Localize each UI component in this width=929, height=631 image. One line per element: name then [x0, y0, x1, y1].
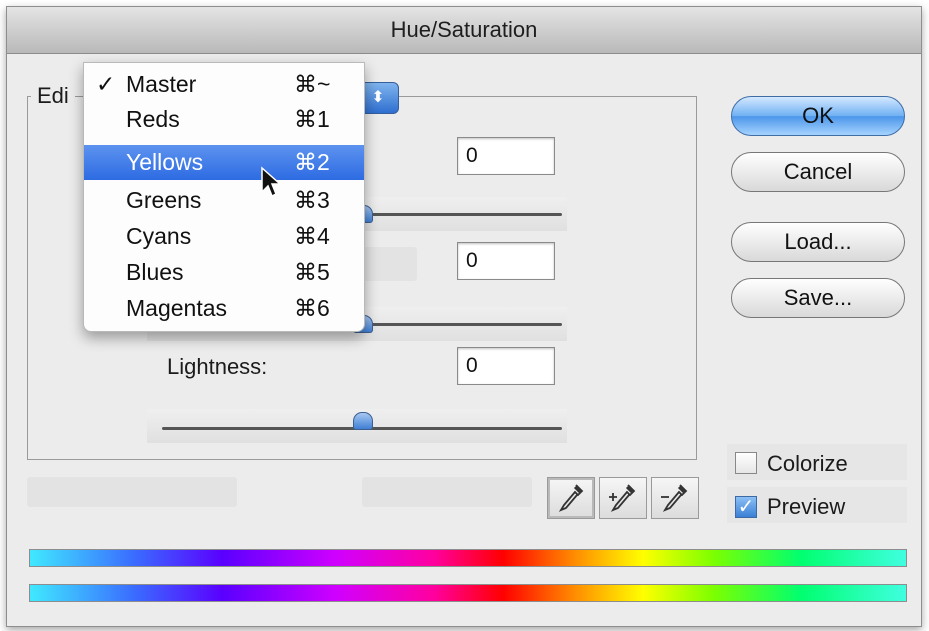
edit-dropdown-menu: ✓ Master ⌘~ Reds ⌘1 Yellows ⌘2 Greens ⌘3…	[83, 62, 365, 332]
cancel-button[interactable]: Cancel	[731, 152, 905, 192]
menu-item-shortcut: ⌘2	[294, 149, 330, 175]
menu-item-label: Greens	[126, 187, 202, 213]
eyedropper-plus-icon	[609, 484, 636, 512]
menu-item-label: Blues	[126, 259, 184, 285]
eyedropper-subtract-button[interactable]	[651, 477, 699, 519]
lightness-input[interactable]: 0	[457, 347, 555, 385]
menu-item-reds[interactable]: Reds ⌘1	[84, 102, 364, 137]
eyedropper-icon	[558, 484, 584, 512]
lightness-slider-thumb[interactable]	[353, 412, 373, 430]
faint-field-right	[362, 477, 532, 507]
title-bar[interactable]: Hue/Saturation	[7, 7, 921, 54]
menu-item-greens[interactable]: Greens ⌘3	[84, 183, 364, 218]
menu-item-label: Yellows	[126, 149, 204, 175]
menu-item-cyans[interactable]: Cyans ⌘4	[84, 219, 364, 254]
menu-item-shortcut: ⌘1	[294, 106, 330, 132]
preview-label: Preview	[767, 494, 846, 519]
menu-item-shortcut: ⌘6	[294, 295, 330, 321]
lightness-label: Lightness:	[167, 354, 268, 379]
menu-item-shortcut: ⌘~	[294, 71, 331, 97]
checkmark-icon: ✓	[96, 71, 116, 97]
colorize-label: Colorize	[767, 451, 848, 476]
load-button[interactable]: Load...	[731, 222, 905, 262]
faint-field-left	[27, 477, 237, 507]
menu-item-label: Reds	[126, 106, 180, 132]
saturation-input[interactable]: 0	[457, 242, 555, 280]
window-title: Hue/Saturation	[390, 17, 538, 42]
menu-item-yellows[interactable]: Yellows ⌘2	[84, 145, 364, 180]
menu-item-shortcut: ⌘3	[294, 187, 330, 213]
input-spectrum-bar	[29, 549, 907, 567]
output-spectrum-bar	[29, 584, 907, 602]
menu-item-label: Cyans	[126, 223, 192, 249]
eyedropper-minus-icon	[661, 484, 688, 512]
menu-item-master[interactable]: ✓ Master ⌘~	[84, 67, 364, 102]
colorize-checkbox[interactable]	[735, 452, 757, 474]
menu-item-magentas[interactable]: Magentas ⌘6	[84, 291, 364, 326]
ok-button[interactable]: OK	[731, 96, 905, 136]
edit-label: Edi	[31, 83, 75, 109]
arrow-cursor-icon	[261, 166, 282, 198]
menu-item-blues[interactable]: Blues ⌘5	[84, 255, 364, 290]
eyedropper-button[interactable]	[547, 477, 595, 519]
menu-item-shortcut: ⌘5	[294, 259, 330, 285]
hue-input[interactable]: 0	[457, 137, 555, 175]
menu-item-label: Magentas	[126, 295, 228, 321]
eyedropper-add-button[interactable]	[599, 477, 647, 519]
save-button[interactable]: Save...	[731, 278, 905, 318]
menu-item-label: Master	[126, 71, 197, 97]
menu-item-shortcut: ⌘4	[294, 223, 330, 249]
preview-checkbox[interactable]: ✓	[735, 496, 757, 518]
